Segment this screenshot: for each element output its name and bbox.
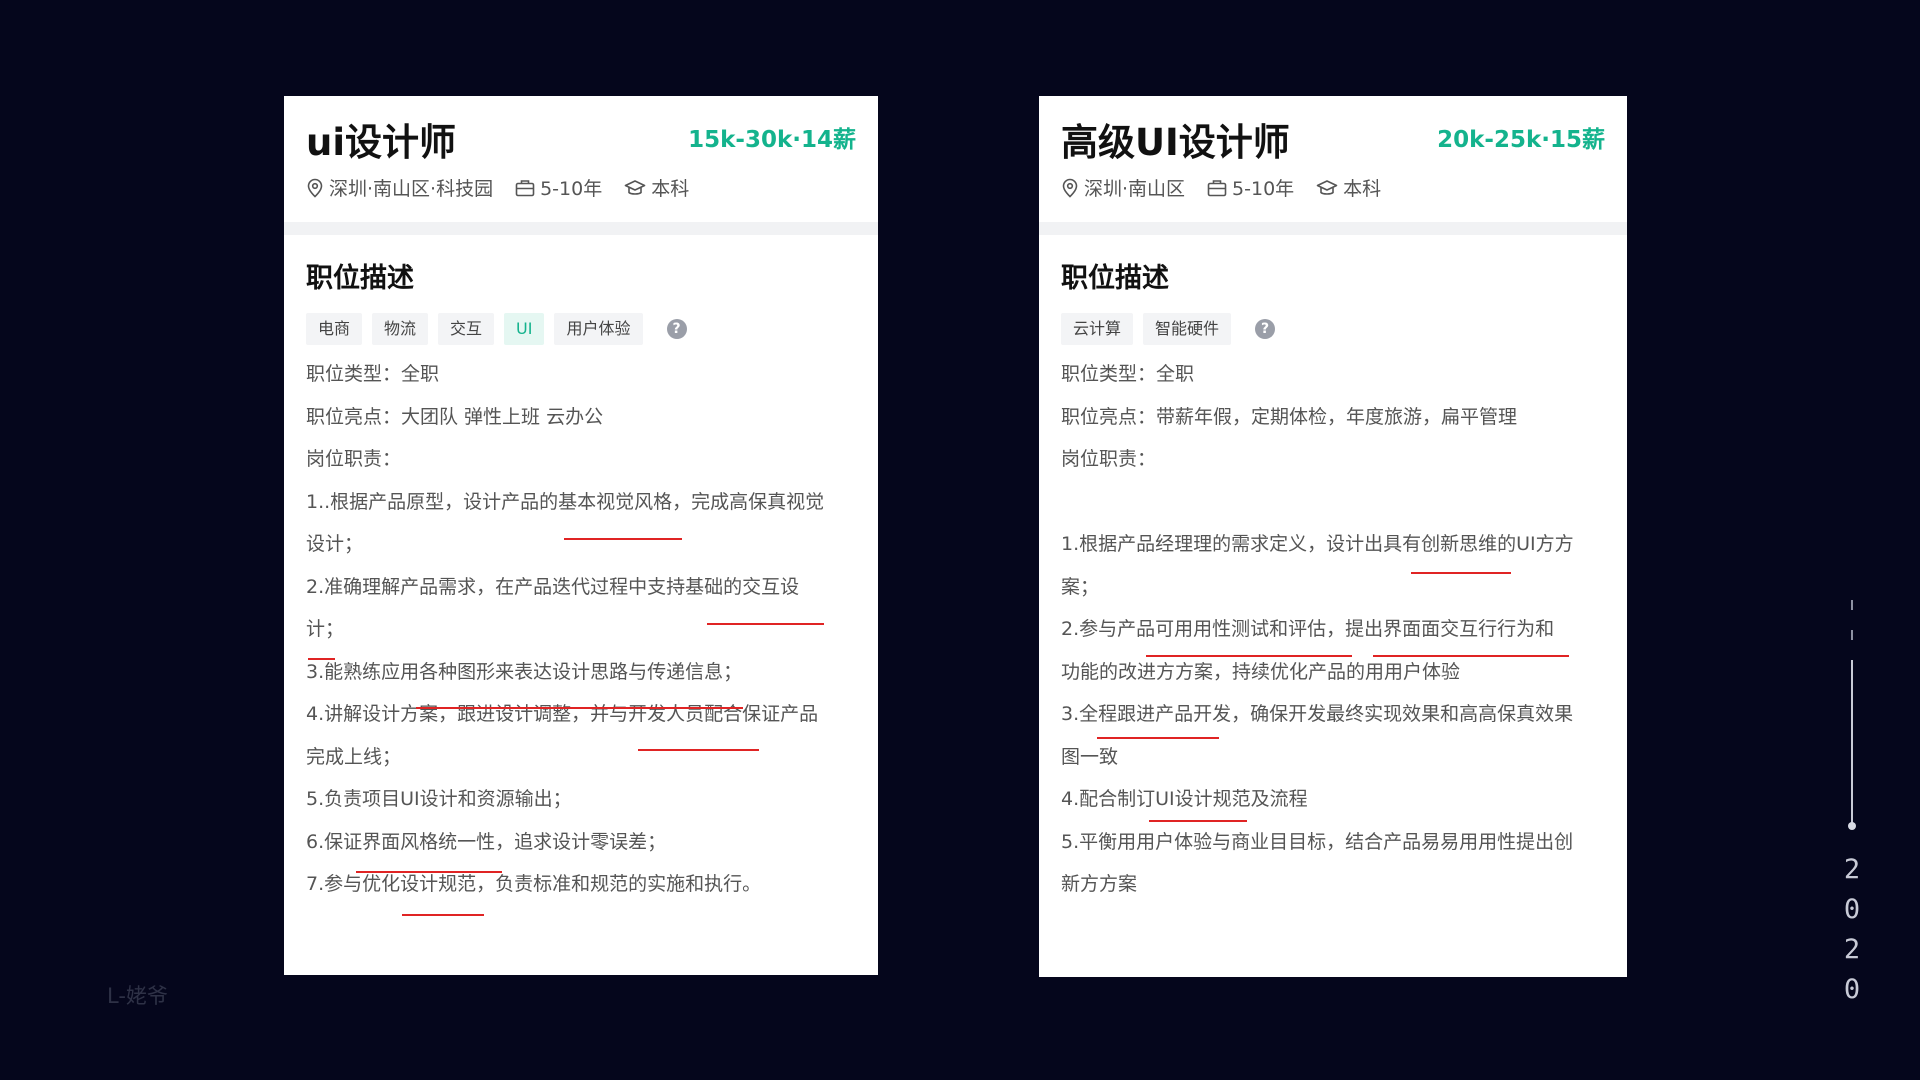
help-icon[interactable]: ?	[666, 319, 687, 339]
duties-label: 岗位职责：	[1061, 448, 1157, 470]
job-card-header: 高级UI设计师 20k-25k·15薪 深圳·南山区 5-10年 本科	[1039, 96, 1627, 235]
annotation-underline	[402, 914, 484, 916]
experience: 5-10年	[515, 174, 602, 201]
education: 本科	[624, 174, 689, 201]
annotation-underline	[1373, 655, 1569, 657]
section-title: 职位描述	[1061, 263, 1169, 294]
job-card-senior-ui-designer[interactable]: 高级UI设计师 20k-25k·15薪 深圳·南山区 5-10年 本科 职位描述…	[1039, 96, 1627, 977]
salary: 15k-30k·14薪	[688, 127, 856, 153]
duty-line: 1.根据产品经理理的需求定义，设计出具有创新思维的UI方方	[1061, 533, 1574, 555]
duty-line: 3.全程跟进产品开发，确保开发最终实现效果和高高保真效果	[1061, 703, 1574, 725]
tag-ui[interactable]: UI	[504, 313, 545, 345]
description-text: 职位类型：全职 职位亮点：带薪年假，定期体检，年度旅游，扁平管理 岗位职责： 1…	[1061, 353, 1605, 906]
location-pin-icon	[307, 178, 323, 198]
duty-line: 6.保证界面风格统一性，追求设计零误差；	[306, 830, 667, 853]
location-text: 深圳·南山区	[1084, 178, 1186, 200]
duty-line: 设计；	[306, 533, 364, 555]
tag-smart-hardware[interactable]: 智能硬件	[1143, 313, 1232, 345]
graduation-cap-icon	[624, 179, 646, 195]
tag-list: 电商 物流 交互 UI 用户体验 ?	[306, 313, 856, 345]
year-indicator-dot	[1848, 822, 1856, 830]
education-text: 本科	[1343, 178, 1382, 200]
job-type: 职位类型：全职	[306, 363, 440, 385]
annotation-underline	[356, 871, 502, 873]
duty-line: 完成上线；	[306, 745, 402, 768]
annotation-underline	[1146, 655, 1352, 657]
tag-cloud-computing[interactable]: 云计算	[1061, 313, 1134, 345]
duties-label: 岗位职责：	[306, 448, 402, 470]
duty-line: 图一致	[1061, 745, 1119, 768]
job-description: 职位描述 云计算 智能硬件 ? 职位类型：全职 职位亮点：带薪年假，定期体检，年…	[1039, 259, 1627, 906]
annotation-underline	[638, 749, 759, 751]
experience-text: 5-10年	[1232, 178, 1295, 200]
duty-line: 2.准确理解产品需求，在产品迭代过程中支持基础的交互设	[306, 575, 800, 598]
duty-line: 7.参与优化设计规范，负责标准和规范的实施和执行。	[306, 873, 762, 895]
duty-line: 3.能熟练应用各种图形来表达设计思路与传递信息；	[306, 660, 743, 683]
tag-ecommerce[interactable]: 电商	[306, 313, 363, 345]
tag-list: 云计算 智能硬件 ?	[1061, 313, 1605, 345]
duty-line: 4.讲解设计方案，跟进设计调整，并与开发人员配合保证产品	[306, 703, 819, 725]
year-indicator-tick	[1851, 600, 1853, 610]
education: 本科	[1316, 174, 1381, 201]
duty-line: 计；	[306, 618, 345, 640]
location: 深圳·南山区·科技园	[306, 174, 493, 201]
help-icon[interactable]: ?	[1255, 319, 1276, 339]
job-meta: 深圳·南山区·科技园 5-10年 本科	[306, 174, 711, 201]
year-indicator-tick	[1851, 630, 1853, 640]
job-meta: 深圳·南山区 5-10年 本科	[1061, 174, 1403, 201]
location: 深圳·南山区	[1061, 174, 1185, 201]
job-highlights: 职位亮点：大团队 弹性上班 云办公	[306, 405, 604, 428]
year-digit: 2	[1843, 934, 1861, 965]
briefcase-icon	[1207, 179, 1227, 196]
job-title: ui设计师	[306, 121, 457, 164]
annotation-underline	[1097, 737, 1219, 739]
annotation-underline	[308, 658, 335, 660]
duty-line: 1..根据产品原型，设计产品的基本视觉风格，完成高保真视觉	[306, 490, 825, 513]
job-card-header: ui设计师 15k-30k·14薪 深圳·南山区·科技园 5-10年 本科	[284, 96, 878, 235]
duty-line: 案；	[1061, 575, 1100, 598]
graduation-cap-icon	[1316, 179, 1338, 195]
job-type: 职位类型：全职	[1061, 363, 1195, 385]
tag-user-experience[interactable]: 用户体验	[554, 313, 643, 345]
duty-line: 新方方案	[1061, 873, 1138, 895]
annotation-underline	[1411, 572, 1511, 574]
briefcase-icon	[515, 179, 535, 196]
duty-line	[1061, 481, 1605, 524]
duty-line: 4.配合制订UI设计规范及流程	[1061, 788, 1308, 810]
year-indicator-line	[1851, 660, 1853, 826]
location-text: 深圳·南山区·科技园	[329, 178, 494, 200]
tag-interaction[interactable]: 交互	[438, 313, 495, 345]
signature: L-姥爷	[107, 984, 168, 1008]
annotation-underline	[707, 623, 824, 625]
tag-logistics[interactable]: 物流	[372, 313, 429, 345]
location-pin-icon	[1062, 178, 1078, 198]
job-title: 高级UI设计师	[1061, 121, 1290, 164]
job-card-ui-designer[interactable]: ui设计师 15k-30k·14薪 深圳·南山区·科技园 5-10年 本科 职位…	[284, 96, 878, 975]
experience: 5-10年	[1207, 174, 1294, 201]
duty-line: 5.负责项目UI设计和资源输出；	[306, 788, 572, 810]
experience-text: 5-10年	[540, 178, 603, 200]
job-highlights: 职位亮点：带薪年假，定期体检，年度旅游，扁平管理	[1061, 405, 1518, 428]
section-title: 职位描述	[306, 263, 414, 294]
duty-line: 5.平衡用用户体验与商业目目标，结合产品易易用用性提出创	[1061, 830, 1574, 853]
education-text: 本科	[651, 178, 690, 200]
year-digit: 0	[1843, 974, 1861, 1005]
annotation-underline	[564, 538, 682, 540]
annotation-underline	[1149, 820, 1247, 822]
duty-line: 2.参与产品可用用性测试和评估，提出界面面交互行行为和	[1061, 618, 1555, 640]
description-text: 职位类型：全职 职位亮点：大团队 弹性上班 云办公 岗位职责： 1..根据产品原…	[306, 353, 856, 906]
job-description: 职位描述 电商 物流 交互 UI 用户体验 ? 职位类型：全职 职位亮点：大团队…	[284, 259, 878, 906]
annotation-underline	[416, 707, 743, 709]
year-digit: 2	[1843, 854, 1861, 885]
year-digit: 0	[1843, 894, 1861, 925]
salary: 20k-25k·15薪	[1437, 127, 1605, 153]
